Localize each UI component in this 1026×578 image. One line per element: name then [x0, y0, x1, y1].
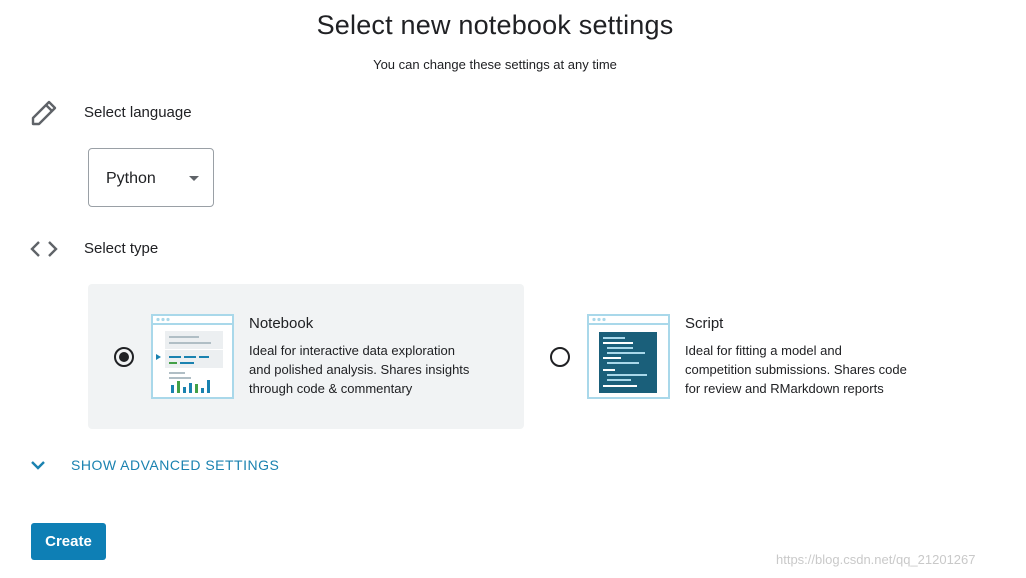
script-illustration-icon: [587, 314, 670, 399]
script-type-card[interactable]: Script Ideal for fitting a model and com…: [524, 284, 960, 429]
advanced-settings-label: SHOW ADVANCED SETTINGS: [71, 457, 280, 473]
script-description: Ideal for fitting a model and competitio…: [685, 343, 907, 396]
select-language-label: Select language: [84, 104, 192, 121]
chevron-down-icon: [31, 461, 45, 470]
page-subtitle: You can change these settings at any tim…: [373, 57, 617, 72]
watermark-text: https://blog.csdn.net/qq_21201267: [776, 552, 976, 567]
pencil-icon: [31, 100, 57, 126]
script-radio[interactable]: [550, 347, 570, 367]
page-title: Select new notebook settings: [316, 10, 674, 40]
dropdown-arrow-icon: [189, 176, 199, 181]
language-select[interactable]: Python: [88, 148, 214, 207]
notebook-description: Ideal for interactive data exploration a…: [249, 343, 470, 396]
notebook-title: Notebook: [249, 315, 314, 332]
notebook-illustration-icon: [151, 314, 234, 399]
create-button[interactable]: Create: [31, 523, 106, 560]
code-brackets-icon: [30, 241, 58, 257]
notebook-type-card[interactable]: Notebook Ideal for interactive data expl…: [88, 284, 524, 429]
select-type-label: Select type: [84, 240, 159, 257]
language-select-value: Python: [106, 170, 156, 187]
notebook-radio[interactable]: [114, 347, 134, 367]
script-title: Script: [685, 315, 724, 332]
